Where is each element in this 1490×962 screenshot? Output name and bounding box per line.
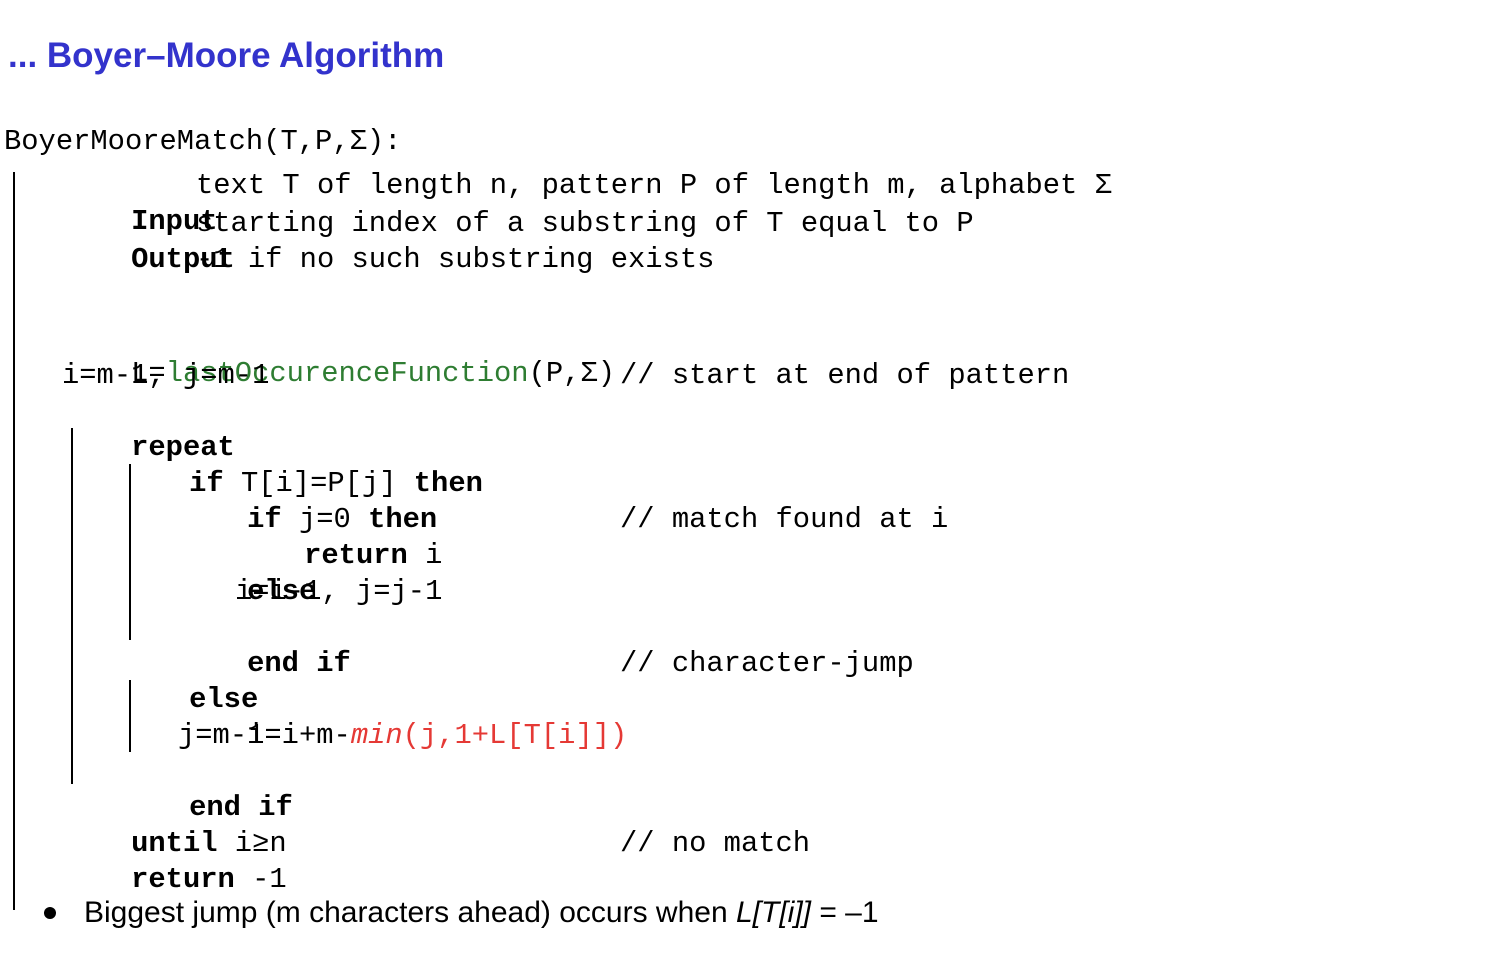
bullet-tail: = –1: [810, 896, 879, 929]
code-line-repeat: repeat: [62, 394, 235, 464]
code-line-jump: i=i+m-min(j,1+L[T[i]]): [178, 682, 627, 752]
code-line-endif-inner: end if: [178, 610, 351, 680]
jump-min-expression: min(j,1+L[T[i]]): [351, 719, 628, 752]
code-line-if2: if j=0 then: [178, 466, 437, 536]
slide-title: ... Boyer–Moore Algorithm: [8, 36, 445, 75]
comment-no-match: // no match: [620, 827, 811, 860]
return2-value: -1: [234, 863, 287, 896]
block-bar-function: [13, 172, 15, 910]
code-line-input: Input: [62, 168, 217, 238]
bullet-dot-icon: [44, 907, 56, 919]
code-line-endif-outer: end if: [120, 754, 293, 824]
code-input-text: text T of length n, pattern P of length …: [196, 169, 1112, 202]
return-keyword: return: [304, 539, 408, 572]
code-line-if: if T[i]=P[j] then: [120, 430, 483, 500]
code-line-return-neg: return -1: [62, 826, 287, 896]
endif-keyword: end if: [247, 647, 351, 680]
l-args: (P,Σ): [528, 357, 615, 390]
code-line-else-outer: else: [120, 646, 258, 716]
comment-start: // start at end of pattern: [620, 359, 1070, 392]
bullet-point: Biggest jump (m characters ahead) occurs…: [44, 896, 879, 930]
code-line-until: until i≥n: [62, 790, 287, 860]
code-line-reset-j: j=m-1: [178, 719, 265, 752]
bullet-math: L[T[i]]: [735, 896, 811, 929]
comment-match: // match found at i: [620, 503, 949, 536]
comment-jump: // character-jump: [620, 647, 914, 680]
code-line-decrement: i=i-1, j=j-1: [235, 575, 443, 608]
code-line-else-inner: else: [178, 538, 316, 608]
bullet-text: Biggest jump (m characters ahead) occurs…: [84, 896, 736, 929]
code-line-init: i=m-1, j=m-1: [62, 359, 270, 392]
code-line-last-occurrence: L=lastOccurenceFunction(P,Σ): [62, 320, 615, 390]
return-var: i: [407, 539, 443, 572]
min-args: (j,1+L[T[i]]): [402, 719, 628, 752]
min-function: min: [350, 719, 403, 752]
code-output-text2: -1 if no such substring exists: [196, 243, 715, 276]
return2-keyword: return: [131, 863, 235, 896]
code-output-text: starting index of a substring of T equal…: [196, 207, 974, 240]
code-line-return-i: return i: [235, 502, 442, 572]
code-signature: BoyerMooreMatch(T,P,Σ):: [4, 125, 402, 158]
